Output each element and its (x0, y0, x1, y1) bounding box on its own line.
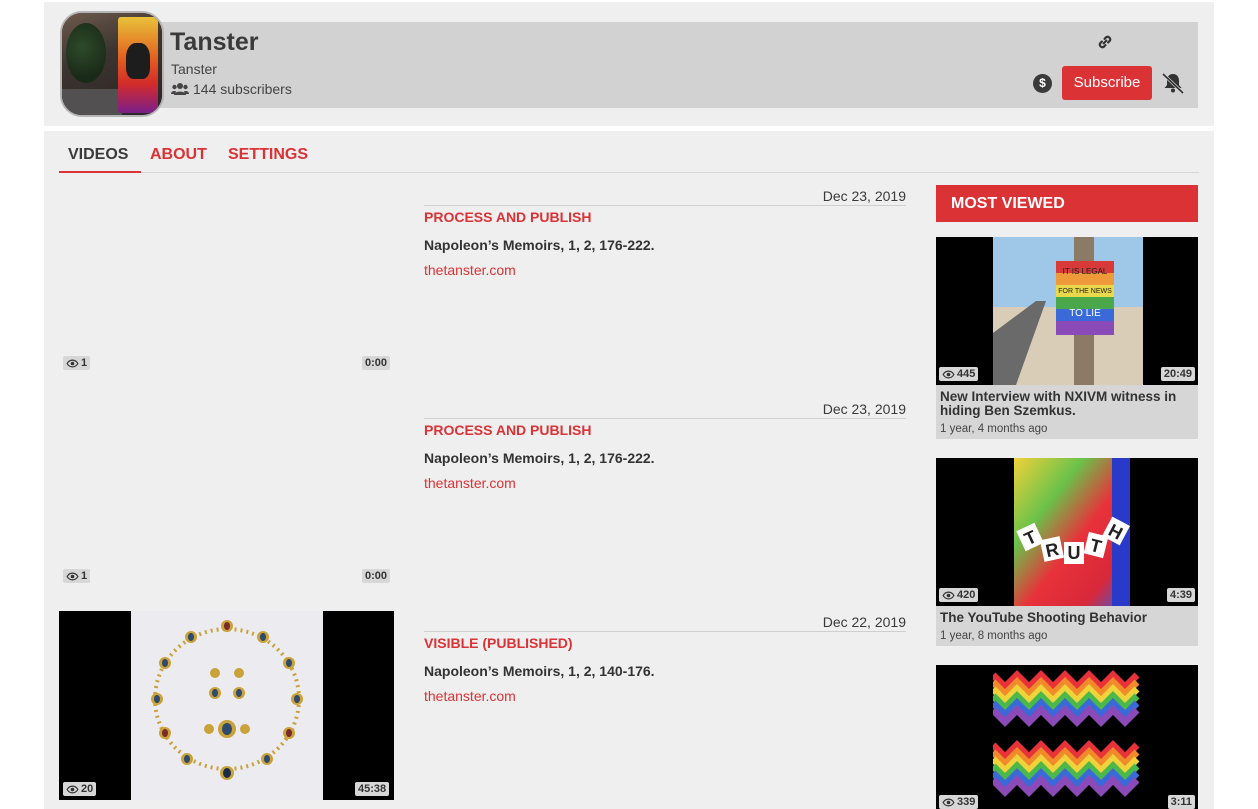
sign-line: IT IS LEGAL (1063, 267, 1108, 276)
video-status: PROCESS AND PUBLISH (424, 422, 592, 438)
most-viewed-thumbnail[interactable]: IT IS LEGAL FOR THE NEWS TO LIE 445 20:4… (936, 237, 1198, 385)
view-count: 420 (957, 589, 976, 601)
video-date: Dec 23, 2019 (822, 188, 906, 204)
tab-settings[interactable]: SETTINGS (228, 146, 308, 164)
subscriber-count: 144 subscribers (171, 81, 292, 97)
most-viewed-age: 1 year, 8 months ago (940, 630, 1048, 642)
video-thumbnail[interactable]: 1 0:00 (59, 398, 394, 587)
video-link[interactable]: thetanster.com (424, 688, 516, 704)
banner-photo: T R U T H (1014, 458, 1130, 606)
video-title[interactable]: Napoleon’s Memoirs, 1, 2, 176-222. (424, 450, 655, 466)
bell-off-icon[interactable] (1160, 72, 1186, 94)
most-viewed-title[interactable]: The YouTube Shooting Behavior (940, 611, 1194, 625)
view-count: 1 (81, 357, 88, 369)
duration-badge: 45:38 (355, 782, 390, 796)
channel-header-bar (152, 22, 1198, 108)
tab-bar: VIDEOS ABOUT SETTINGS (59, 131, 1199, 173)
channel-avatar[interactable] (60, 11, 164, 117)
most-viewed-thumbnail[interactable]: 339 3:11 (936, 665, 1198, 809)
divider (424, 631, 906, 632)
subscribe-button[interactable]: Subscribe (1062, 66, 1152, 100)
eye-icon (66, 572, 79, 580)
view-count: 1 (81, 570, 88, 582)
view-count-badge: 20 (63, 782, 97, 796)
jewelry-image (131, 611, 323, 800)
video-row: 1 0:00 Dec 23, 2019 PROCESS AND PUBLISH … (59, 398, 906, 587)
subscriber-count-text: 144 subscribers (193, 81, 292, 97)
zigzag-photo (936, 665, 1198, 809)
necklace-illustration (151, 620, 303, 780)
video-title[interactable]: Napoleon’s Memoirs, 1, 2, 176-222. (424, 237, 655, 253)
view-count: 339 (957, 796, 976, 808)
eye-icon (942, 591, 955, 599)
duration-badge: 3:11 (1167, 795, 1195, 809)
channel-name: Tanster (170, 28, 259, 56)
active-tab-indicator (59, 171, 141, 173)
most-viewed-item[interactable]: T R U T H 420 4:39 The YouTube Shooting … (936, 458, 1198, 646)
channel-header (44, 2, 1214, 126)
most-viewed-item[interactable]: 339 3:11 (936, 665, 1198, 809)
channel-content: VIDEOS ABOUT SETTINGS 1 0:00 Dec 23, 201… (44, 131, 1214, 809)
video-link[interactable]: thetanster.com (424, 475, 516, 491)
duration-badge: 0:00 (362, 356, 391, 370)
duration-badge: 4:39 (1166, 588, 1195, 602)
most-viewed-age: 1 year, 4 months ago (940, 423, 1048, 435)
eye-icon (66, 359, 79, 367)
duration-badge: 20:49 (1160, 367, 1195, 381)
view-count-badge: 1 (63, 569, 91, 583)
video-status: PROCESS AND PUBLISH (424, 209, 592, 225)
tab-about[interactable]: ABOUT (150, 146, 207, 164)
view-count: 20 (81, 783, 94, 795)
sign-photo: IT IS LEGAL FOR THE NEWS TO LIE (993, 237, 1143, 385)
tab-videos[interactable]: VIDEOS (68, 146, 128, 164)
video-title[interactable]: Napoleon’s Memoirs, 1, 2, 140-176. (424, 663, 655, 679)
view-count-badge: 445 (939, 367, 979, 381)
video-thumbnail[interactable]: 1 0:00 (59, 185, 394, 374)
eye-icon (942, 798, 955, 806)
view-count-badge: 420 (939, 588, 979, 602)
duration-badge: 0:00 (362, 569, 391, 583)
sign-line: TO LIE (1069, 308, 1101, 319)
video-date: Dec 23, 2019 (822, 401, 906, 417)
eye-icon (66, 785, 79, 793)
eye-icon (942, 370, 955, 378)
most-viewed-heading: MOST VIEWED (936, 185, 1198, 222)
video-row: 1 0:00 Dec 23, 2019 PROCESS AND PUBLISH … (59, 185, 906, 374)
video-date: Dec 22, 2019 (822, 614, 906, 630)
view-count: 445 (957, 368, 976, 380)
most-viewed-item[interactable]: IT IS LEGAL FOR THE NEWS TO LIE 445 20:4… (936, 237, 1198, 439)
video-thumbnail[interactable]: 20 45:38 (59, 611, 394, 800)
video-status: VISIBLE (PUBLISHED) (424, 635, 573, 651)
divider (424, 418, 906, 419)
video-row: 20 45:38 Dec 22, 2019 VISIBLE (PUBLISHED… (59, 611, 906, 800)
view-count-badge: 1 (63, 356, 91, 370)
users-icon (171, 83, 189, 95)
video-link[interactable]: thetanster.com (424, 262, 516, 278)
banner-letter: U (1068, 543, 1081, 563)
most-viewed-title[interactable]: New Interview with NXIVM witness in hidi… (940, 390, 1194, 418)
sign-line: FOR THE NEWS (1058, 288, 1112, 295)
most-viewed-thumbnail[interactable]: T R U T H 420 4:39 (936, 458, 1198, 606)
view-count-badge: 339 (939, 795, 979, 809)
link-icon[interactable] (1096, 33, 1114, 51)
dollar-icon[interactable]: $ (1033, 74, 1052, 93)
divider (424, 205, 906, 206)
channel-handle: Tanster (171, 61, 217, 77)
